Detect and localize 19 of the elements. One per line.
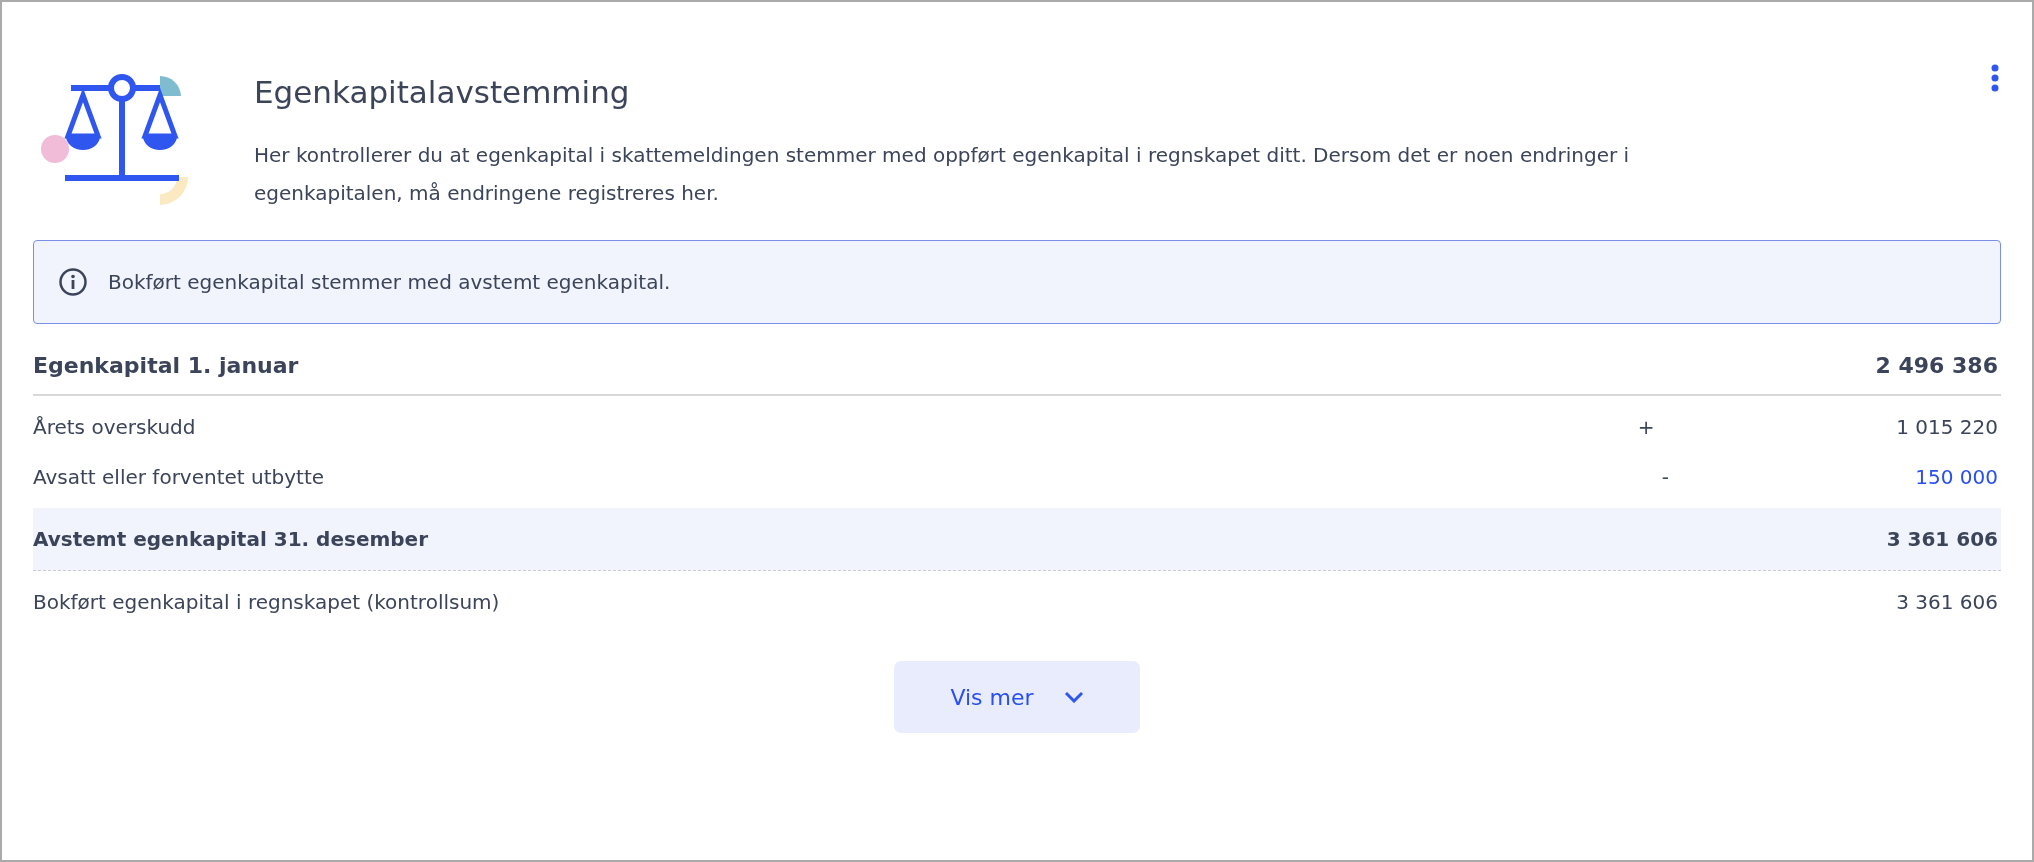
amount: 3 361 606 — [1896, 590, 1998, 614]
row-label: Avstemt egenkapital 31. desember — [33, 527, 430, 551]
more-options-icon[interactable] — [1991, 64, 1999, 92]
row-label: Årets overskudd — [33, 415, 197, 439]
amount: 3 361 606 — [1886, 527, 1998, 551]
info-message: Bokført egenkapital stemmer med avstemt egenkapital. — [108, 270, 671, 294]
row-label: Avsatt eller forventet utbytte — [33, 465, 326, 489]
amount: 1 015 220 — [1896, 415, 1998, 439]
card-title: Egenkapitalavstemming — [254, 74, 631, 110]
operator-sign: + — [1636, 415, 1656, 439]
card-description: Her kontrollerer du at egenkapital i skattemeldingen stemmer med oppført egenkapital i regnskapet ditt. Dersom det er noen endringer i egenkapitalen, må endringene registreres her. — [254, 142, 1631, 207]
amount-link[interactable]: 150 000 — [1915, 465, 1998, 489]
operator-sign: - — [1660, 465, 1670, 489]
info-icon — [58, 267, 88, 297]
row-label: Egenkapital 1. januar — [33, 352, 300, 378]
chevron-down-icon — [1063, 691, 1084, 703]
show-more-button[interactable]: Vis mer — [894, 661, 1140, 733]
amount: 2 496 386 — [1875, 352, 1998, 378]
row-label: Bokført egenkapital i regnskapet (kontrollsum) — [33, 590, 501, 614]
